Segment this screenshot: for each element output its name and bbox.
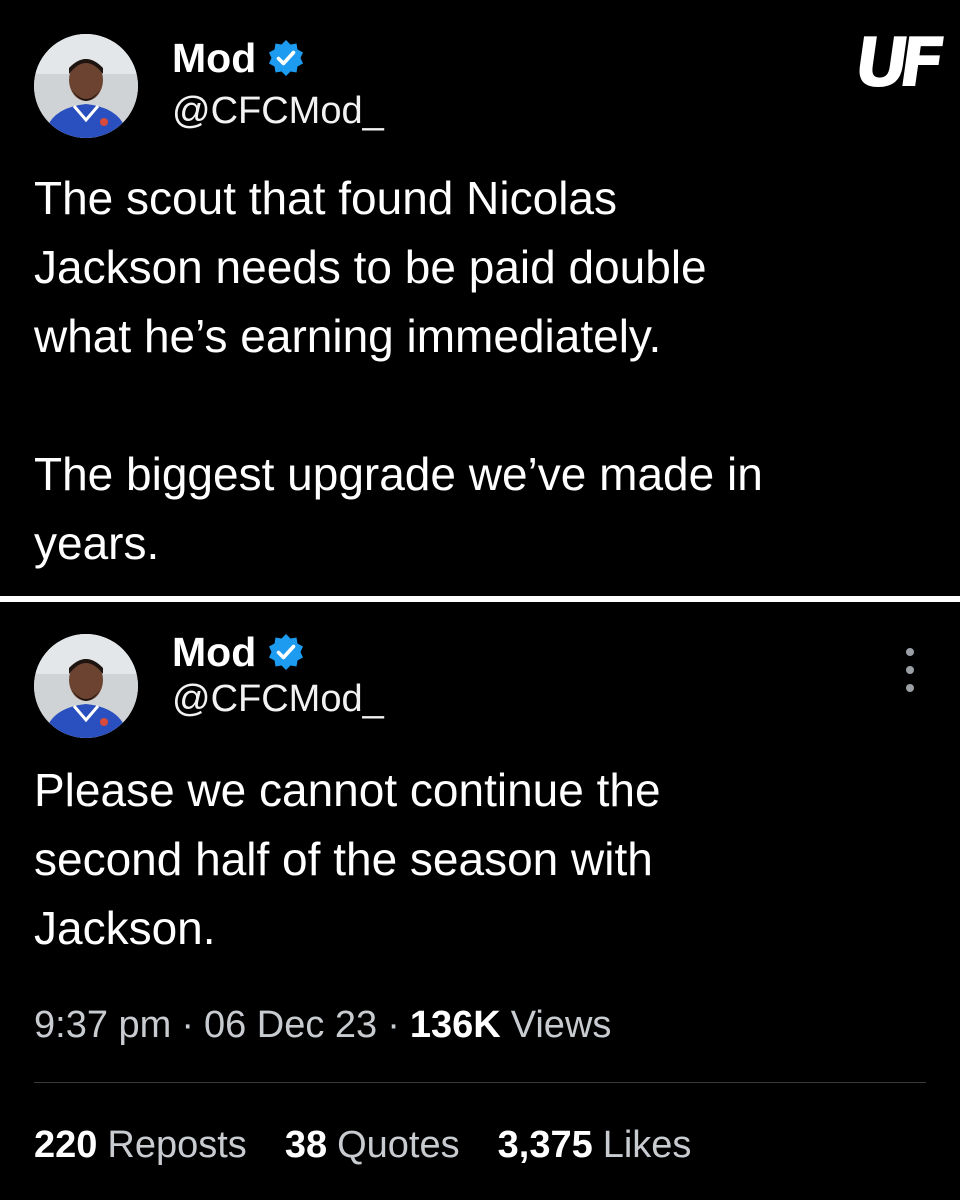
views-count: 136K: [409, 1004, 501, 1046]
likes-label: Likes: [602, 1124, 692, 1166]
avatar[interactable]: [34, 634, 138, 738]
avatar-image: [34, 34, 138, 138]
verified-badge-icon: [269, 40, 304, 76]
views-label: Views: [510, 1004, 612, 1046]
reposts-count: 220: [34, 1124, 98, 1166]
dot: [906, 666, 914, 674]
tweet-text: The scout that found Nicolas Jackson nee…: [34, 172, 763, 569]
author-row: Mod: [172, 34, 306, 82]
avatar[interactable]: [34, 34, 138, 138]
tweet-meta: 9:37 pm · 06 Dec 23 · 136K Views: [34, 1002, 611, 1048]
meta-separator: ·: [181, 1004, 194, 1046]
tweet-card-1[interactable]: Mod @CFCMod_ UF The scout that found Nic…: [0, 0, 960, 596]
uf-logo: UF: [848, 24, 942, 103]
engagement-stats: 220 Reposts 38 Quotes 3,375 Likes: [34, 1122, 729, 1168]
author-name[interactable]: Mod: [172, 34, 256, 82]
likes-count: 3,375: [497, 1124, 593, 1166]
quotes-label: Quotes: [337, 1124, 460, 1166]
author-row: Mod: [172, 628, 306, 676]
dot: [906, 648, 914, 656]
meta-separator: ·: [387, 1004, 400, 1046]
more-options-icon[interactable]: [900, 648, 920, 692]
tweet-time[interactable]: 9:37 pm: [34, 1002, 171, 1048]
stats-divider: [34, 1082, 926, 1083]
dot: [906, 684, 914, 692]
tweet-card-2[interactable]: Mod @CFCMod_ Please we cannot continue t…: [0, 604, 960, 1200]
tweet-divider: [0, 596, 960, 602]
tweet-date[interactable]: 06 Dec 23: [204, 1002, 377, 1048]
quotes-stat[interactable]: 38 Quotes: [285, 1122, 460, 1168]
tweet-text: Please we cannot continue the second hal…: [34, 764, 661, 954]
reposts-label: Reposts: [107, 1124, 247, 1166]
reposts-stat[interactable]: 220 Reposts: [34, 1122, 247, 1168]
avatar-image: [34, 634, 138, 738]
quotes-count: 38: [284, 1124, 328, 1166]
verified-badge-icon: [269, 634, 304, 670]
author-handle[interactable]: @CFCMod_: [172, 88, 384, 134]
author-handle[interactable]: @CFCMod_: [172, 676, 384, 722]
author-name[interactable]: Mod: [172, 628, 256, 676]
likes-stat[interactable]: 3,375 Likes: [498, 1122, 692, 1168]
